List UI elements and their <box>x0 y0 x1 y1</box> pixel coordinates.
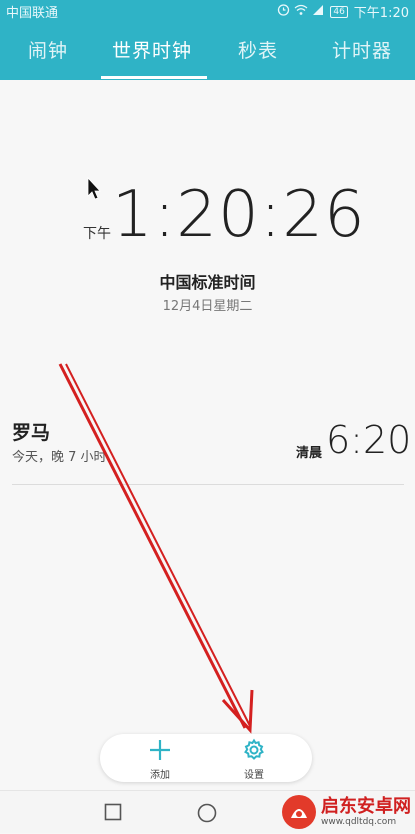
gear-icon <box>242 738 266 762</box>
app-header: 中国联通 46 下午1:20 闹钟 世界时钟 秒表 计时器 <box>0 0 415 80</box>
city-time: 6:20 <box>326 418 412 462</box>
home-icon[interactable] <box>197 803 217 827</box>
signal-icon <box>312 4 324 20</box>
active-tab-indicator <box>101 76 207 79</box>
watermark: 启东安卓网 www.qdltdq.com <box>281 794 411 830</box>
local-ampm: 下午 <box>83 226 111 242</box>
local-clock: 下午 1:20:26 中国标准时间 12月4日星期二 <box>0 80 415 380</box>
bottom-action-bar: 添加 设置 <box>100 734 312 782</box>
recent-apps-icon[interactable] <box>104 803 122 825</box>
watermark-url: www.qdltdq.com <box>321 817 397 827</box>
add-label: 添加 <box>150 770 170 781</box>
local-time: 1:20:26 <box>112 178 366 252</box>
tab-bar: 闹钟 世界时钟 秒表 计时器 <box>0 28 415 80</box>
plus-icon <box>148 738 172 762</box>
timezone-name: 中国标准时间 <box>159 273 256 292</box>
watermark-name: 启东安卓网 <box>321 796 411 817</box>
wifi-icon <box>294 4 308 20</box>
divider <box>12 484 404 485</box>
tab-timer[interactable]: 计时器 <box>332 36 392 63</box>
city-name: 罗马 <box>12 422 51 444</box>
settings-button[interactable]: 设置 <box>214 734 294 782</box>
city-time-difference: 今天，晚 7 小时 <box>12 450 107 465</box>
watermark-logo-icon <box>281 794 317 830</box>
status-right: 46 下午1:20 <box>277 2 409 21</box>
tab-world-clock[interactable]: 世界时钟 <box>112 36 192 63</box>
battery-icon: 46 <box>330 5 348 18</box>
status-time: 下午1:20 <box>353 6 409 21</box>
watermark-text: 启东安卓网 www.qdltdq.com <box>321 796 411 828</box>
carrier-name: 中国联通 <box>6 6 59 21</box>
city-ampm: 清晨 <box>296 446 323 461</box>
city-row[interactable]: 罗马 今天，晚 7 小时 清晨 6:20 <box>12 412 411 482</box>
tab-stopwatch[interactable]: 秒表 <box>238 36 278 63</box>
settings-label: 设置 <box>244 770 264 781</box>
add-button[interactable]: 添加 <box>120 734 200 782</box>
status-bar: 中国联通 46 下午1:20 <box>0 0 415 22</box>
tab-alarm[interactable]: 闹钟 <box>28 36 68 63</box>
alarm-status-icon <box>277 3 290 20</box>
local-date: 12月4日星期二 <box>162 299 253 314</box>
